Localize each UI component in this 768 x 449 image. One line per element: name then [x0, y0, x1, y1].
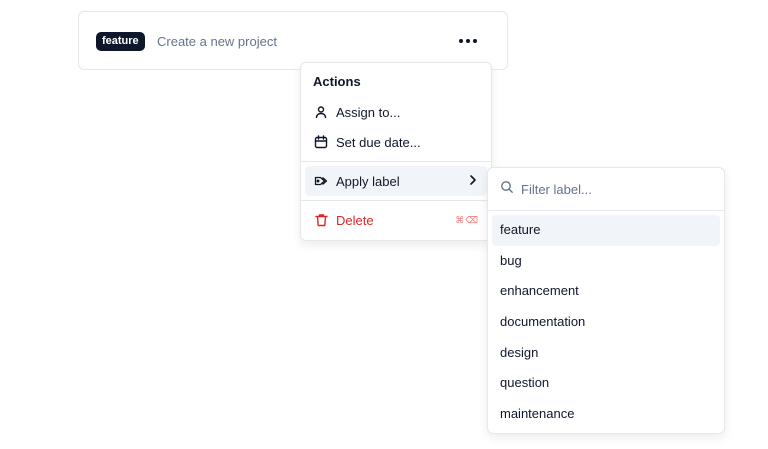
label-option-design[interactable]: design [492, 338, 720, 369]
menu-item-label: Assign to... [336, 104, 401, 120]
label-option-question[interactable]: question [492, 368, 720, 399]
label-list: feature bug enhancement documentation de… [488, 211, 724, 434]
label-option-feature[interactable]: feature [492, 215, 720, 246]
menu-item-apply-label[interactable]: Apply label [305, 166, 487, 196]
search-icon [500, 180, 514, 199]
actions-menu: Actions Assign to... Set due date... App… [300, 62, 492, 241]
menu-item-delete[interactable]: Delete ⌘⌫ [305, 205, 487, 235]
more-dots-icon [459, 39, 463, 43]
more-dots-icon-3 [473, 39, 477, 43]
more-dots-icon-2 [466, 39, 470, 43]
menu-divider [301, 200, 491, 201]
calendar-icon [313, 134, 329, 150]
delete-shortcut: ⌘⌫ [455, 214, 479, 225]
menu-heading: Actions [313, 74, 361, 89]
tag-icon [313, 173, 329, 189]
menu-item-assign[interactable]: Assign to... [305, 97, 487, 127]
more-actions-button[interactable] [451, 28, 485, 54]
trash-icon [313, 212, 329, 228]
menu-item-label: Delete [336, 212, 374, 228]
menu-item-due-date[interactable]: Set due date... [305, 127, 487, 157]
label-option-maintenance[interactable]: maintenance [492, 399, 720, 430]
chevron-right-icon [469, 174, 477, 189]
menu-item-label: Set due date... [336, 134, 421, 150]
label-filter-input[interactable] [521, 181, 711, 197]
menu-divider [301, 161, 491, 162]
menu-item-label: Apply label [336, 173, 400, 189]
label-search-row [488, 168, 724, 211]
label-submenu: feature bug enhancement documentation de… [487, 167, 725, 434]
label-option-bug[interactable]: bug [492, 246, 720, 277]
label-option-enhancement[interactable]: enhancement [492, 276, 720, 307]
task-title: Create a new project [157, 34, 277, 49]
user-icon [313, 104, 329, 120]
label-option-documentation[interactable]: documentation [492, 307, 720, 338]
label-badge: feature [96, 32, 145, 51]
